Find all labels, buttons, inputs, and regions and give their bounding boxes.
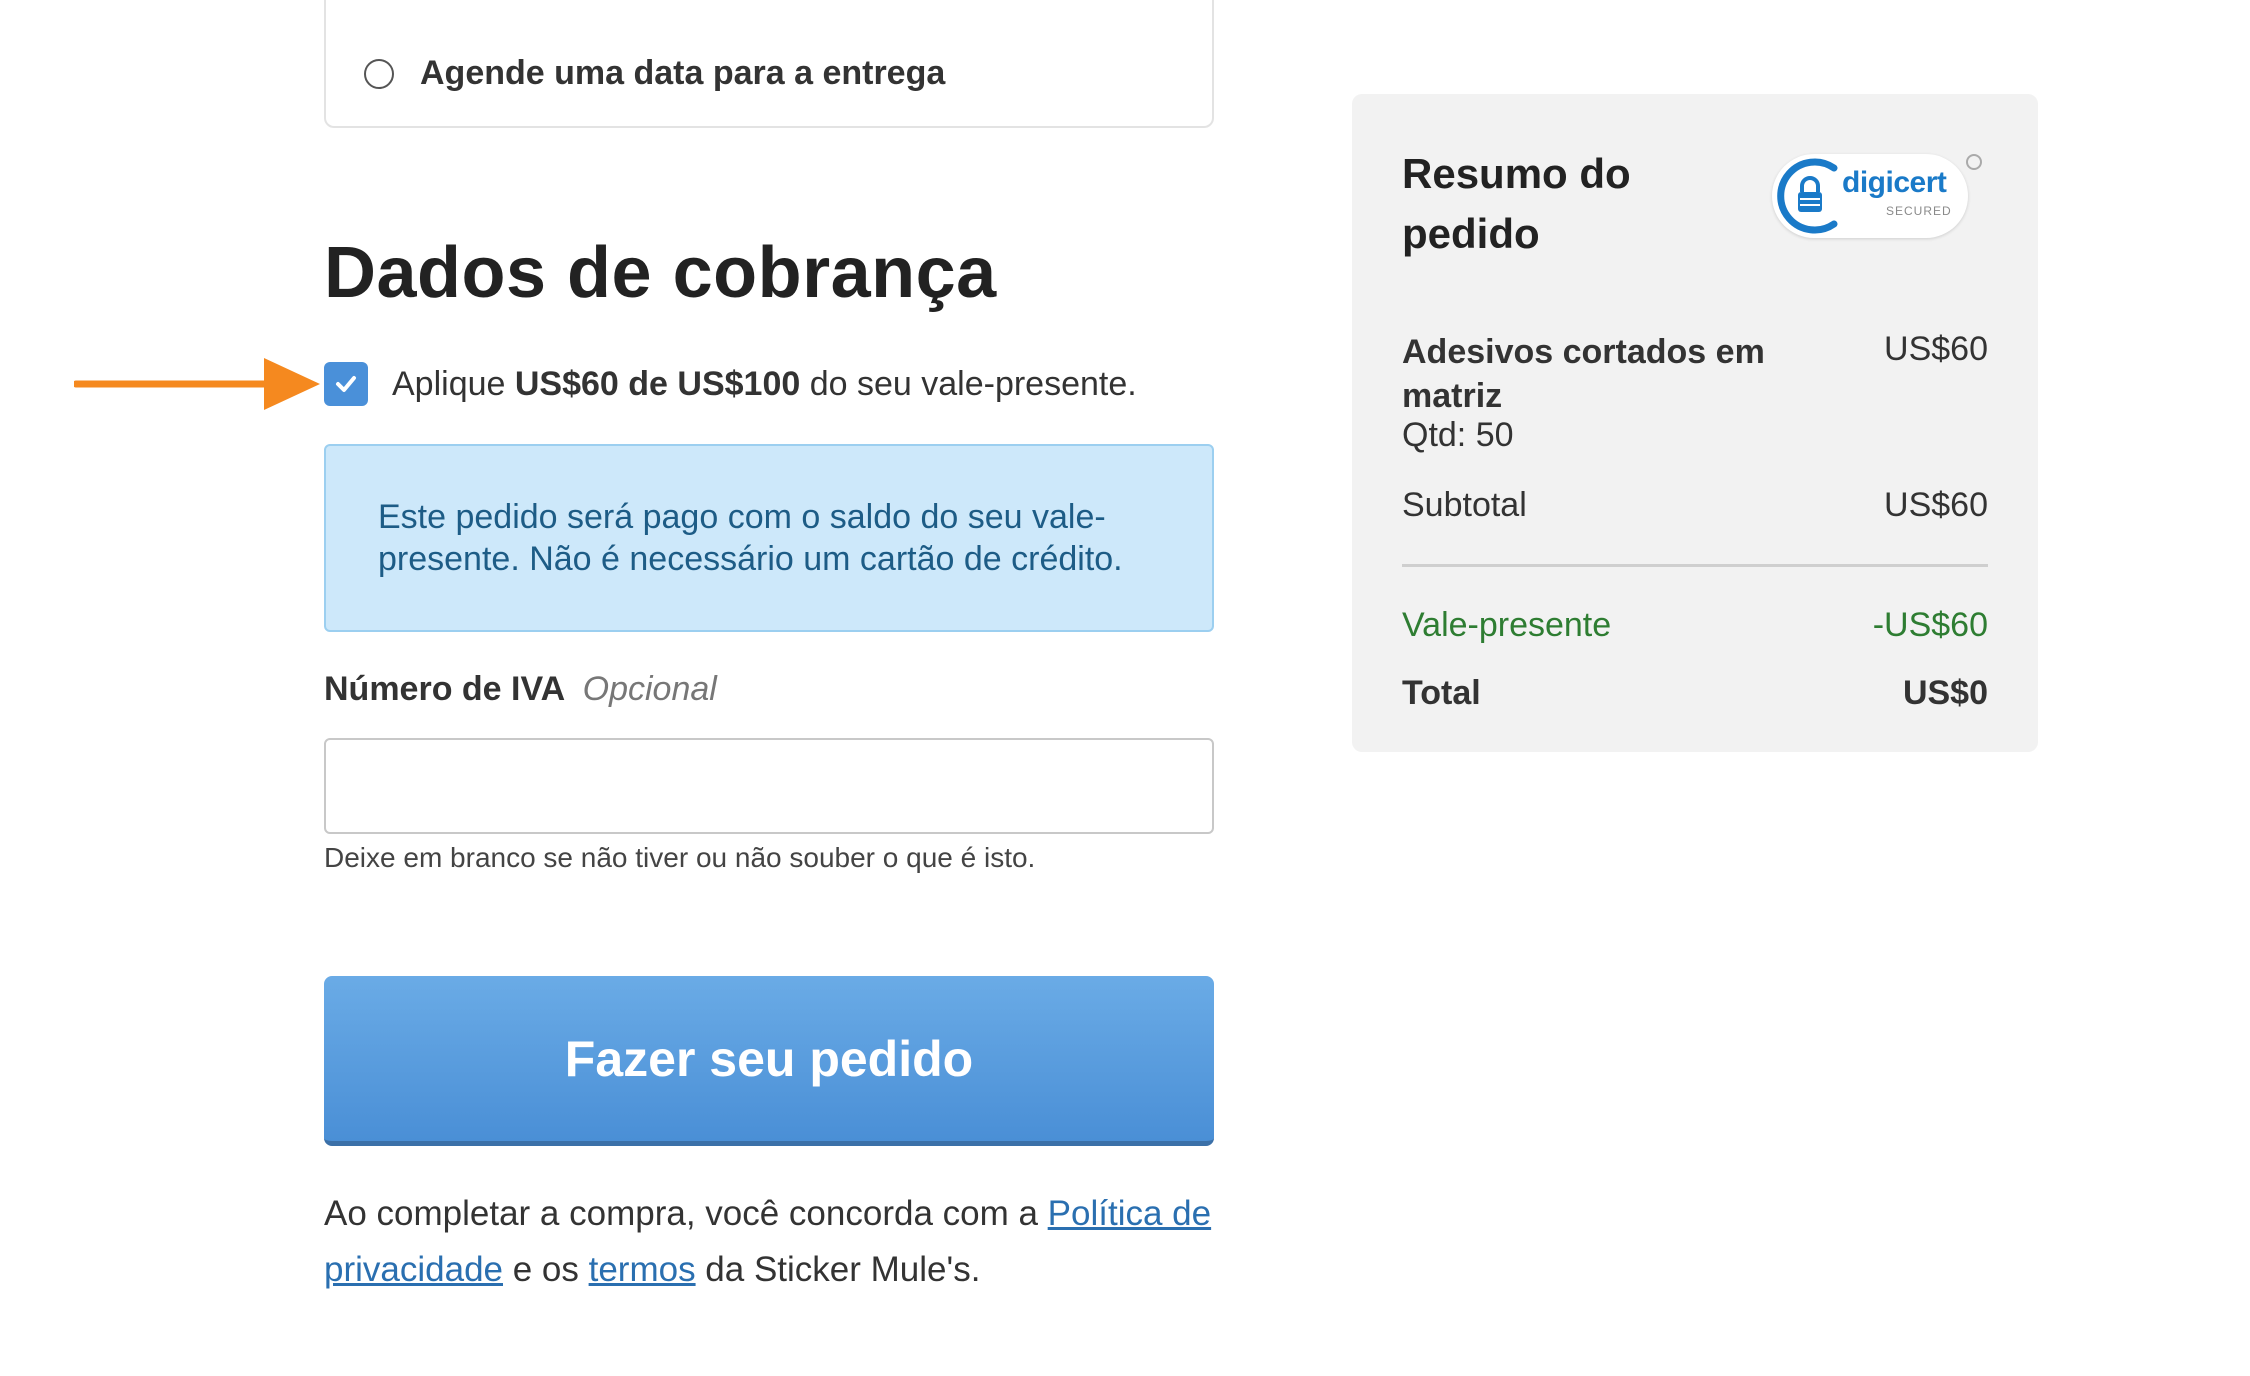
summary-giftcard-row: Vale-presente -US$60	[1402, 606, 1988, 645]
order-summary-panel: Resumo do pedido digicert SECURED Adesiv…	[1352, 94, 2038, 752]
delivery-option-schedule[interactable]: Agende uma data para a entrega	[364, 54, 945, 93]
terms-text: Ao completar a compra, você concorda com…	[324, 1186, 1224, 1298]
vat-optional-tag: Opcional	[582, 670, 717, 708]
delivery-options-card: Agende uma data para a entrega	[324, 0, 1214, 128]
summary-divider	[1402, 564, 1988, 567]
giftcard-checkbox[interactable]	[324, 362, 368, 406]
schedule-radio[interactable]	[364, 58, 394, 89]
summary-total-row: Total US$0	[1402, 674, 1988, 713]
giftcard-text-prefix: Aplique	[392, 364, 515, 403]
vat-label: Número de IVA Opcional	[324, 670, 717, 709]
giftcard-summary-value: -US$60	[1872, 606, 1988, 644]
giftcard-info-message: Este pedido será pago com o saldo do seu…	[324, 444, 1214, 632]
summary-subtotal-row: Subtotal US$60	[1402, 486, 1988, 525]
total-value: US$0	[1902, 674, 1988, 712]
vat-number-input[interactable]	[324, 738, 1214, 834]
total-label: Total	[1402, 674, 1481, 712]
giftcard-amount: US$60 de US$100	[514, 364, 801, 403]
billing-title: Dados de cobrança	[324, 233, 997, 313]
vat-label-text: Número de IVA	[324, 670, 566, 708]
checkmark-icon	[336, 376, 356, 392]
terms-link[interactable]: termos	[589, 1250, 696, 1289]
summary-title: Resumo do pedido	[1402, 150, 1631, 257]
arrow-right-icon	[74, 358, 320, 410]
digicert-brand: digicert	[1842, 166, 1947, 199]
terms-suffix: da Sticker Mule's.	[695, 1250, 981, 1289]
summary-item-row: Adesivos cortados em matriz US$60	[1402, 330, 1988, 418]
terms-prefix: Ao completar a compra, você concorda com…	[324, 1194, 1048, 1233]
giftcard-text-suffix: do seu vale-presente.	[800, 364, 1137, 403]
place-order-button[interactable]: Fazer seu pedido	[324, 976, 1214, 1146]
giftcard-apply-row[interactable]: Aplique US$60 de US$100 do seu vale-pres…	[324, 362, 1137, 406]
item-quantity: Qtd: 50	[1402, 416, 1514, 454]
digicert-secured-text: SECURED	[1886, 204, 1952, 218]
info-icon[interactable]	[1966, 154, 1982, 170]
subtotal-value: US$60	[1884, 486, 1988, 524]
schedule-option-label: Agende uma data para a entrega	[420, 54, 946, 92]
terms-middle: e os	[503, 1250, 589, 1289]
digicert-secured-badge[interactable]: digicert SECURED	[1772, 154, 1982, 242]
vat-hint: Deixe em branco se não tiver ou não soub…	[324, 842, 1036, 873]
item-name: Adesivos cortados em matriz	[1402, 333, 1765, 415]
item-price: US$60	[1884, 330, 1988, 368]
giftcard-summary-label: Vale-presente	[1402, 606, 1612, 644]
giftcard-label: Aplique US$60 de US$100 do seu vale-pres…	[392, 365, 1137, 404]
subtotal-label: Subtotal	[1402, 486, 1527, 524]
